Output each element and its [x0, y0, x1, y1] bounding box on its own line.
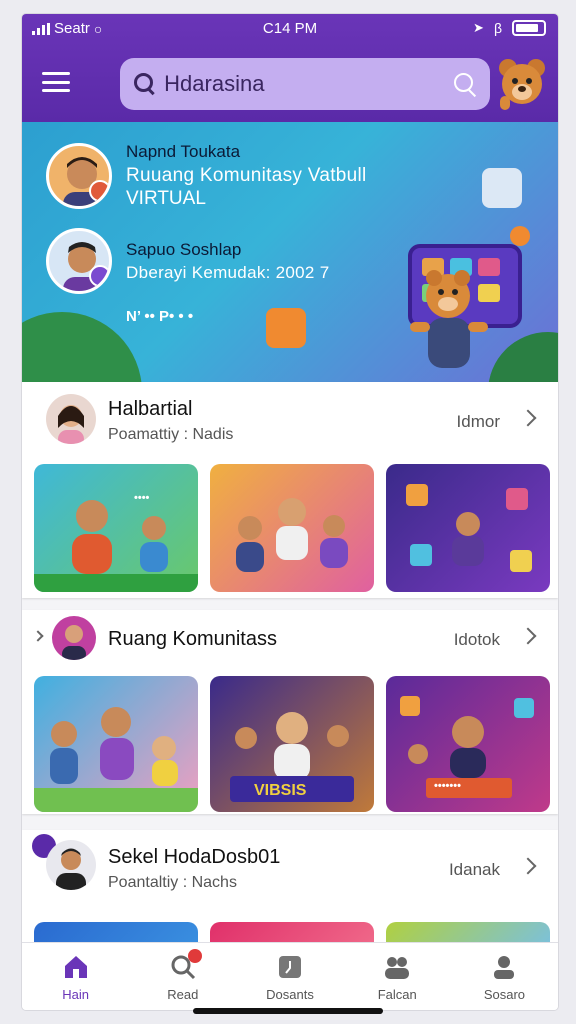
home-indicator[interactable]	[193, 1008, 383, 1014]
search-input[interactable]	[164, 71, 453, 97]
hero-banner[interactable]: Napnd Toukata Ruuang Komunitasy Vatbull …	[22, 122, 558, 382]
section-header[interactable]: Sekel HodaDosb01 Poantaltiy : Nachs Idan…	[22, 830, 558, 904]
nav-item-profile[interactable]: Sosaro	[451, 943, 558, 1010]
nav-item-home[interactable]: Hain	[22, 943, 129, 1010]
avatar	[46, 143, 112, 209]
section-more-link[interactable]: Idmor	[457, 412, 500, 432]
hero-subtitle: VIRTUAL	[126, 188, 206, 209]
hero-item[interactable]: Sapuo Soshlap Dberayi Kemudak: 2002 7	[46, 228, 329, 294]
section-subtitle: Poamattiy : Nadis	[108, 426, 234, 443]
hero-tags: N’ •• P• • •	[126, 308, 194, 325]
avatar	[46, 394, 96, 444]
bear-mascot-icon[interactable]	[492, 56, 552, 112]
search-icon	[134, 73, 154, 95]
section-more-link[interactable]: Idanak	[449, 860, 500, 880]
section-card: Halbartial Poamattiy : Nadis Idmor ••••	[22, 382, 558, 598]
section-card: Ruang Komunitass Idotok VIBSIS •••••••	[22, 610, 558, 814]
avatar	[46, 840, 96, 890]
nav-label: Dosants	[266, 987, 314, 1002]
card-row: ••••	[34, 464, 558, 592]
section-title: Halbartial	[108, 398, 193, 420]
avatar	[52, 616, 96, 660]
hero-item[interactable]: Napnd Toukata Ruuang Komunitasy Vatbull …	[46, 142, 367, 210]
nav-label: Sosaro	[483, 987, 526, 1002]
content-card[interactable]: VIBSIS	[210, 676, 374, 812]
location-icon: ➤	[473, 20, 484, 35]
nav-item-people[interactable]: Falcan	[344, 943, 451, 1010]
nav-label: Hain	[62, 987, 89, 1002]
content-card[interactable]	[34, 676, 198, 812]
nav-label: Falcan	[377, 987, 417, 1002]
search-submit-icon[interactable]	[452, 71, 476, 97]
chevron-right-icon[interactable]	[519, 857, 537, 875]
cube-decoration	[482, 168, 522, 208]
section-title: Sekel HodaDosb01	[108, 846, 281, 868]
section-subtitle: Poantaltiy : Nachs	[108, 874, 237, 891]
cube-decoration	[266, 308, 306, 348]
bluetooth-icon: β	[493, 20, 502, 36]
chevron-right-icon[interactable]	[519, 627, 537, 645]
content-card[interactable]: •••••••	[386, 676, 550, 812]
document-icon	[279, 956, 301, 978]
section-title: Ruang Komunitass	[108, 628, 277, 650]
section-header[interactable]: Ruang Komunitass Idotok	[22, 610, 558, 668]
bear-tablet-illustration	[370, 226, 540, 376]
nav-item-read[interactable]: Read	[129, 943, 236, 1010]
bottom-nav: Hain Read Dosants Falcan Sosaro	[22, 942, 558, 1010]
chevron-right-icon[interactable]	[519, 409, 537, 427]
battery-icon	[512, 20, 546, 36]
section-card: Sekel HodaDosb01 Poantaltiy : Nachs Idan…	[22, 830, 558, 952]
people-icon	[385, 957, 410, 979]
hero-title: Ruuang Komunitasy Vatbull	[126, 165, 367, 186]
hero-name: Sapuo Soshlap	[126, 239, 242, 259]
card-label: •••••••	[434, 780, 461, 792]
section-more-link[interactable]: Idotok	[454, 630, 500, 650]
notification-badge	[188, 949, 203, 963]
home-icon	[64, 956, 87, 978]
card-row: VIBSIS •••••••	[34, 676, 558, 812]
profile-icon	[494, 956, 515, 979]
content-card[interactable]: ••••	[34, 464, 198, 592]
card-label: VIBSIS	[254, 782, 307, 799]
verified-badge	[89, 265, 109, 287]
nav-item-documents[interactable]: Dosants	[236, 943, 343, 1010]
nav-label: Read	[167, 987, 199, 1002]
content-card[interactable]	[386, 464, 550, 592]
hero-title: Dberayi Kemudak: 2002 7	[126, 262, 330, 282]
chevron-right-icon[interactable]	[32, 630, 44, 642]
hill-decoration	[22, 312, 142, 382]
section-header[interactable]: Halbartial Poamattiy : Nadis Idmor	[22, 382, 558, 456]
content-card[interactable]	[210, 464, 374, 592]
status-bar: Seatr ○ C14 PM ➤ β	[22, 14, 558, 42]
avatar	[46, 228, 112, 294]
app-header: Seatr ○ C14 PM ➤ β	[22, 14, 558, 122]
menu-icon[interactable]	[42, 72, 70, 92]
app-frame: Seatr ○ C14 PM ➤ β Hdarasina Napnd Touka…	[22, 14, 558, 1010]
hero-name: Napnd Toukata	[126, 142, 241, 161]
search-bar[interactable]	[120, 58, 490, 110]
card-label: ••••	[134, 492, 150, 504]
notification-badge	[89, 180, 109, 202]
